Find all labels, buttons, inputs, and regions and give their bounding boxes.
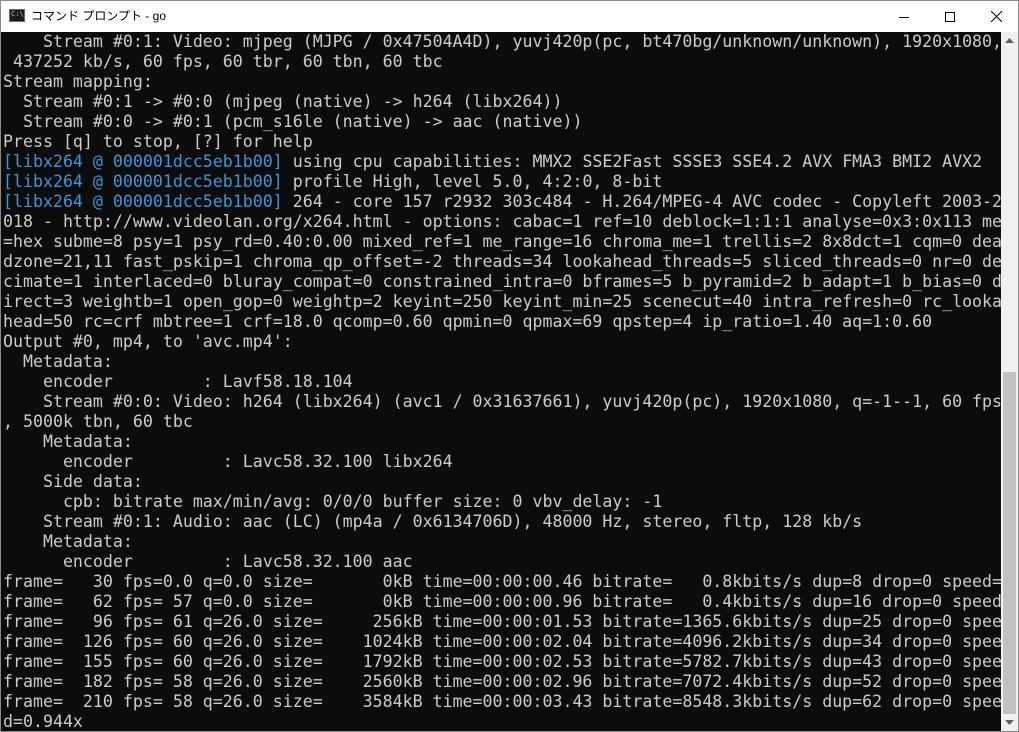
console-line: Stream #0:0 -> #0:1 (pcm_s16le (native) … — [3, 112, 1001, 132]
console-line: 018 - http://www.videolan.org/x264.html … — [3, 212, 1001, 232]
console-line-text: Metadata: — [3, 352, 113, 371]
console-line: frame= 96 fps= 61 q=26.0 size= 256kB tim… — [3, 612, 1001, 632]
console-line: head=50 rc=crf mbtree=1 crf=18.0 qcomp=0… — [3, 312, 1001, 332]
console-line: dzone=21,11 fast_pskip=1 chroma_qp_offse… — [3, 252, 1001, 272]
console-line-text: encoder : Lavc58.32.100 aac — [3, 552, 413, 571]
console-line: [libx264 @ 000001dcc5eb1b00] 264 - core … — [3, 192, 1001, 212]
console-line: [libx264 @ 000001dcc5eb1b00] profile Hig… — [3, 172, 1001, 192]
console-line-text: Metadata: — [3, 532, 133, 551]
console-line-text: frame= 62 fps= 57 q=0.0 size= 0kB time=0… — [3, 592, 1001, 611]
chevron-down-icon — [1005, 720, 1014, 725]
console-line-text: frame= 30 fps=0.0 q=0.0 size= 0kB time=0… — [3, 572, 1001, 591]
log-source-tag: [libx264 @ 000001dcc5eb1b00] — [3, 192, 283, 211]
console-line-text: Side data: — [3, 472, 143, 491]
console-line: frame= 182 fps= 58 q=26.0 size= 2560kB t… — [3, 672, 1001, 692]
console-line: Side data: — [3, 472, 1001, 492]
minimize-button[interactable] — [881, 1, 927, 32]
console-line-text: =hex subme=8 psy=1 psy_rd=0.40:0.00 mixe… — [3, 232, 1001, 251]
close-icon — [990, 11, 1002, 22]
console-line-text: Stream #0:0 -> #0:1 (pcm_s16le (native) … — [3, 112, 583, 131]
maximize-icon — [945, 11, 955, 22]
console-line-text: Stream #0:0: Video: h264 (libx264) (avc1… — [3, 392, 1001, 411]
console-line-text: Stream #0:1 -> #0:0 (mjpeg (native) -> h… — [3, 92, 563, 111]
console-line-text: , 5000k tbn, 60 tbc — [3, 412, 193, 431]
console-line-text: profile High, level 5.0, 4:2:0, 8-bit — [282, 172, 663, 191]
log-source-tag: [libx264 @ 000001dcc5eb1b00] — [3, 172, 283, 191]
console-window: C:\. コマンド プロンプト - go Stream #0:1: Video:… — [0, 0, 1019, 732]
console-line: frame= 155 fps= 60 q=26.0 size= 1792kB t… — [3, 652, 1001, 672]
console-line: cpb: bitrate max/min/avg: 0/0/0 buffer s… — [3, 492, 1001, 512]
console-line: Stream #0:1: Video: mjpeg (MJPG / 0x4750… — [3, 32, 1001, 52]
cmd-icon[interactable]: C:\. — [9, 9, 28, 22]
console-line: frame= 62 fps= 57 q=0.0 size= 0kB time=0… — [3, 592, 1001, 612]
scrollbar-thumb[interactable] — [1003, 372, 1016, 714]
close-button[interactable] — [973, 1, 1019, 32]
console-line: Output #0, mp4, to 'avc.mp4': — [3, 332, 1001, 352]
console-output[interactable]: Stream #0:1: Video: mjpeg (MJPG / 0x4750… — [1, 32, 1001, 731]
console-line: Press [q] to stop, [?] for help — [3, 132, 1001, 152]
title-bar[interactable]: C:\. コマンド プロンプト - go — [1, 1, 1018, 32]
console-line-text: frame= 182 fps= 58 q=26.0 size= 2560kB t… — [3, 672, 1001, 691]
console-line: encoder : Lavc58.32.100 libx264 — [3, 452, 1001, 472]
console-line: , 5000k tbn, 60 tbc — [3, 412, 1001, 432]
console-line-text: head=50 rc=crf mbtree=1 crf=18.0 qcomp=0… — [3, 312, 933, 331]
console-line-text: frame= 96 fps= 61 q=26.0 size= 256kB tim… — [3, 612, 1001, 631]
console-line: =hex subme=8 psy=1 psy_rd=0.40:0.00 mixe… — [3, 232, 1001, 252]
vertical-scrollbar[interactable] — [1001, 32, 1018, 731]
console-line: Stream #0:1: Audio: aac (LC) (mp4a / 0x6… — [3, 512, 1001, 532]
console-line-text: using cpu capabilities: MMX2 SSE2Fast SS… — [282, 152, 983, 171]
console-line-text: frame= 155 fps= 60 q=26.0 size= 1792kB t… — [3, 652, 1001, 671]
console-line: d=0.944x — [3, 712, 1001, 731]
console-line: Stream #0:0: Video: h264 (libx264) (avc1… — [3, 392, 1001, 412]
console-line: Metadata: — [3, 352, 1001, 372]
console-line-text: frame= 210 fps= 58 q=26.0 size= 3584kB t… — [3, 692, 1001, 711]
console-line-text: Press [q] to stop, [?] for help — [3, 132, 313, 151]
console-line-text: cpb: bitrate max/min/avg: 0/0/0 buffer s… — [3, 492, 663, 511]
window-title: コマンド プロンプト - go — [31, 9, 166, 23]
log-source-tag: [libx264 @ 000001dcc5eb1b00] — [3, 152, 283, 171]
console-line: frame= 30 fps=0.0 q=0.0 size= 0kB time=0… — [3, 572, 1001, 592]
console-line: irect=3 weightb=1 open_gop=0 weightp=2 k… — [3, 292, 1001, 312]
console-line-text: Stream #0:1: Audio: aac (LC) (mp4a / 0x6… — [3, 512, 863, 531]
console-line: cimate=1 interlaced=0 bluray_compat=0 co… — [3, 272, 1001, 292]
console-line-text: d=0.944x — [3, 712, 83, 731]
minimize-icon — [899, 16, 909, 18]
console-line-text: Output #0, mp4, to 'avc.mp4': — [3, 332, 293, 351]
console-line-text: irect=3 weightb=1 open_gop=0 weightp=2 k… — [3, 292, 1001, 311]
console-line-text: Metadata: — [3, 432, 133, 451]
scroll-down-button[interactable] — [1001, 714, 1018, 731]
console-line: Stream #0:1 -> #0:0 (mjpeg (native) -> h… — [3, 92, 1001, 112]
console-line: Metadata: — [3, 432, 1001, 452]
console-line-text: frame= 126 fps= 60 q=26.0 size= 1024kB t… — [3, 632, 1001, 651]
console-line: 437252 kb/s, 60 fps, 60 tbr, 60 tbn, 60 … — [3, 52, 1001, 72]
console-line-text: dzone=21,11 fast_pskip=1 chroma_qp_offse… — [3, 252, 1001, 271]
maximize-button[interactable] — [927, 1, 973, 32]
console-line: Stream mapping: — [3, 72, 1001, 92]
scroll-up-button[interactable] — [1001, 32, 1018, 49]
chevron-up-icon — [1005, 38, 1014, 43]
console-line-text: Stream #0:1: Video: mjpeg (MJPG / 0x4750… — [3, 32, 1001, 51]
console-line: encoder : Lavc58.32.100 aac — [3, 552, 1001, 572]
console-lines: Stream #0:1: Video: mjpeg (MJPG / 0x4750… — [3, 32, 1001, 731]
console-line: [libx264 @ 000001dcc5eb1b00] using cpu c… — [3, 152, 1001, 172]
console-line-text: 264 - core 157 r2932 303c484 - H.264/MPE… — [282, 192, 1001, 211]
console-line: Metadata: — [3, 532, 1001, 552]
console-line: frame= 126 fps= 60 q=26.0 size= 1024kB t… — [3, 632, 1001, 652]
console-line-text: cimate=1 interlaced=0 bluray_compat=0 co… — [3, 272, 1001, 291]
console-line: frame= 210 fps= 58 q=26.0 size= 3584kB t… — [3, 692, 1001, 712]
console-line-text: Stream mapping: — [3, 72, 153, 91]
console-line-text: encoder : Lavf58.18.104 — [3, 372, 353, 391]
console-line-text: 018 - http://www.videolan.org/x264.html … — [3, 212, 1001, 231]
console-line-text: 437252 kb/s, 60 fps, 60 tbr, 60 tbn, 60 … — [3, 52, 443, 71]
console-line: encoder : Lavf58.18.104 — [3, 372, 1001, 392]
console-line-text: encoder : Lavc58.32.100 libx264 — [3, 452, 453, 471]
